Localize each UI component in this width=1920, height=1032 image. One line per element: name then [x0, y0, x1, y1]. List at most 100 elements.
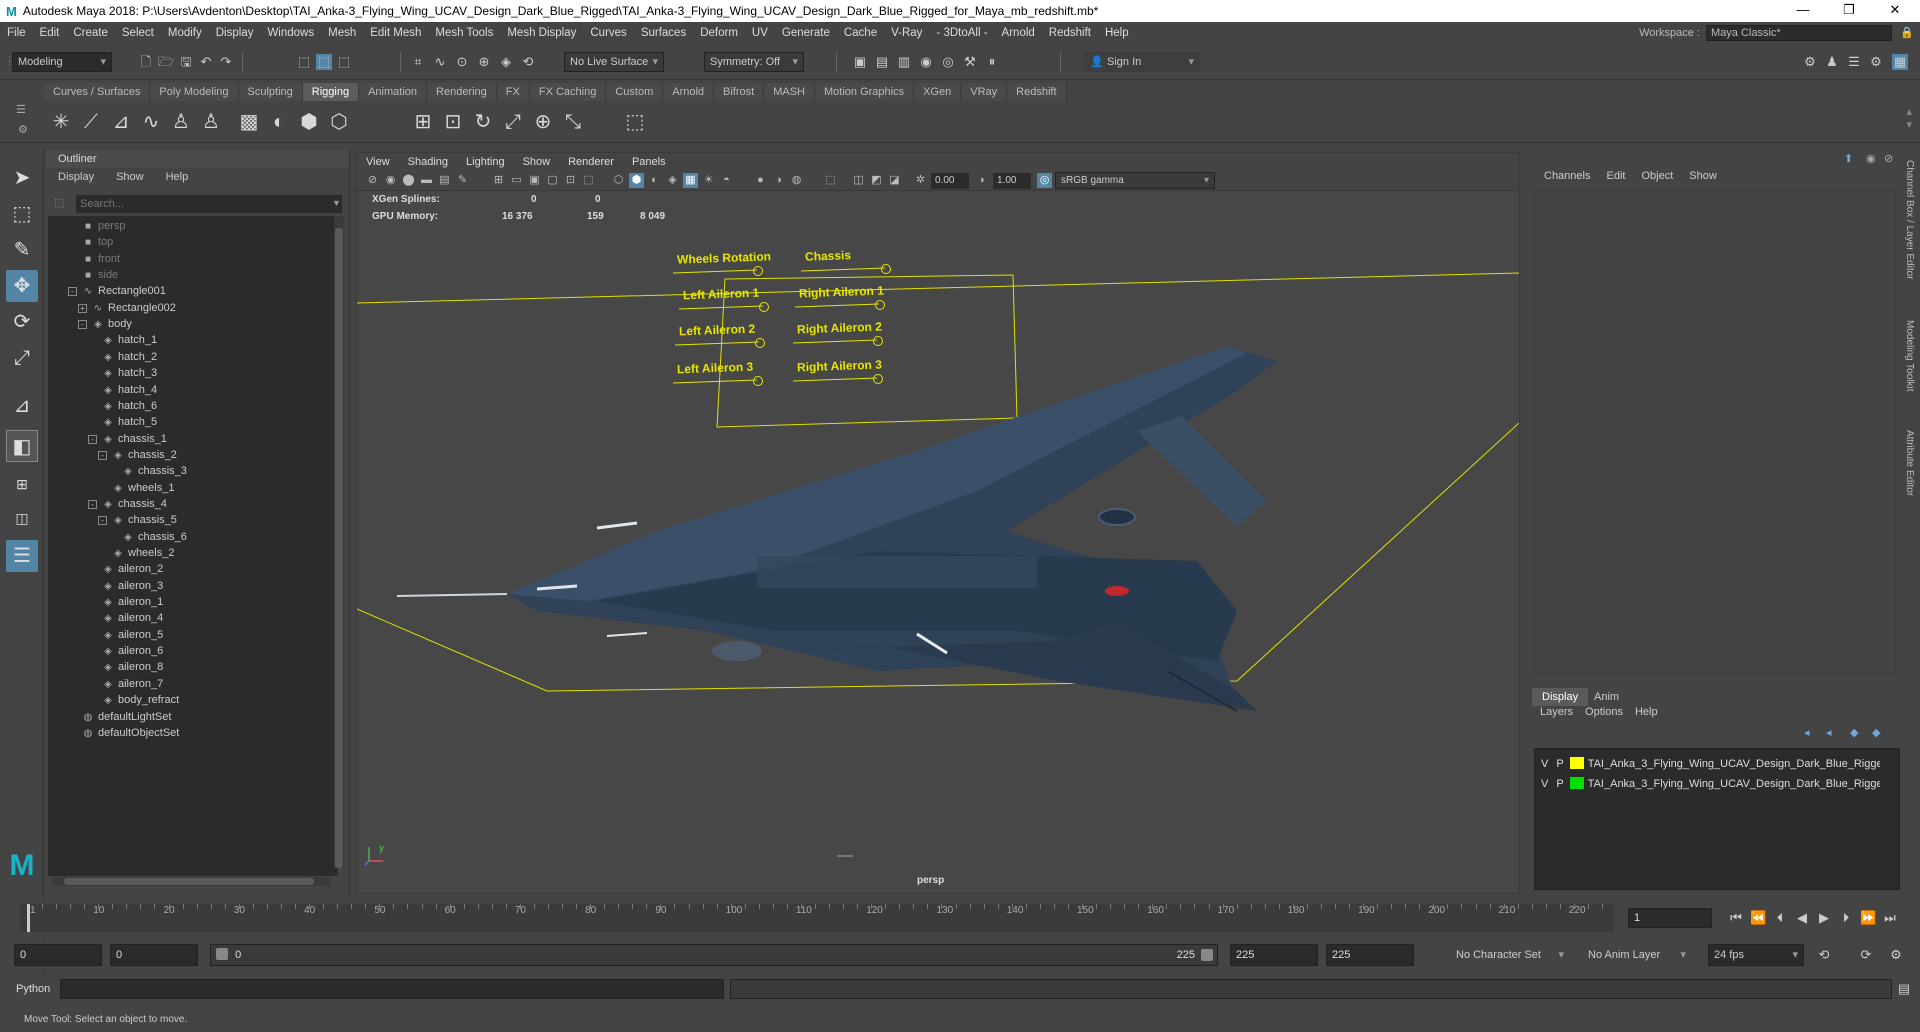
expand-toggle-icon[interactable]: -	[78, 320, 87, 330]
layer-visibility-toggle[interactable]: V	[1541, 778, 1548, 790]
snap-grid-icon[interactable]: ⌗	[410, 54, 426, 70]
shelf-tab-motion-graphics[interactable]: Motion Graphics	[815, 83, 915, 101]
color-space-dropdown[interactable]: sRGB gamma	[1055, 172, 1215, 189]
four-view-icon[interactable]: ⊞	[6, 468, 38, 500]
paint-select-icon[interactable]: ✎	[6, 234, 38, 266]
scene-start-field[interactable]: 0	[14, 944, 102, 966]
layer-playback-toggle[interactable]: P	[1556, 778, 1563, 790]
select-tool-icon[interactable]: ➤	[6, 162, 38, 194]
wireframe-on-shaded-icon[interactable]: ◐	[647, 173, 662, 188]
expand-toggle-icon[interactable]: -	[98, 516, 107, 526]
layer-move-up-icon[interactable]: ◂	[1804, 726, 1810, 739]
go-to-end-icon[interactable]: ⏭	[1882, 910, 1898, 926]
bind-skin-icon[interactable]: ▩	[236, 109, 262, 135]
outliner-menu-show[interactable]: Show	[104, 168, 154, 186]
outliner-filter-icon[interactable]: ⬚	[54, 196, 64, 209]
shelf-tab-fx[interactable]: FX	[496, 83, 530, 101]
ipr-render-icon[interactable]: ▤	[874, 54, 890, 70]
attribute-editor-icon[interactable]: ☰	[1846, 54, 1862, 70]
redo-icon[interactable]: ↷	[218, 54, 234, 70]
xray-components-icon[interactable]: ◪	[887, 173, 902, 188]
menu-generate[interactable]: Generate	[775, 27, 837, 39]
layer-visibility-toggle[interactable]: V	[1541, 758, 1548, 770]
menu-edit[interactable]: Edit	[33, 27, 67, 39]
channel-box-close-icon[interactable]: ⊘	[1884, 152, 1893, 165]
menu-surfaces[interactable]: Surfaces	[634, 27, 693, 39]
viewport-menu-view[interactable]: View	[357, 156, 399, 168]
control-slider-knob[interactable]	[873, 374, 883, 384]
layer-menu-help[interactable]: Help	[1635, 706, 1670, 718]
ik-spline-icon[interactable]: ∿	[138, 109, 164, 135]
shelf-tab-animation[interactable]: Animation	[359, 83, 428, 101]
persp-outliner-icon[interactable]: ◫	[6, 502, 38, 534]
grid-toggle-icon[interactable]: ⊞	[491, 173, 506, 188]
bookmark-icon[interactable]: ⬤	[401, 173, 416, 188]
shelf-tab-curves-surfaces[interactable]: Curves / Surfaces	[44, 83, 151, 101]
gamma-field[interactable]: 1.00	[993, 173, 1031, 189]
range-bar[interactable]: 0 225	[210, 944, 1218, 966]
humanik-icon[interactable]: ♙	[198, 109, 224, 135]
scale-tool-icon[interactable]: ⤢	[6, 342, 38, 374]
pole-vector-icon[interactable]: ⤡	[560, 109, 586, 135]
layer-playback-toggle[interactable]: P	[1556, 758, 1563, 770]
step-forward-frame-icon[interactable]: ⏵	[1838, 910, 1854, 926]
outliner-menu-display[interactable]: Display	[46, 168, 104, 186]
bounding-box-icon[interactable]: ⬚	[622, 109, 648, 135]
menu-file[interactable]: File	[0, 27, 33, 39]
outliner-menu-help[interactable]: Help	[154, 168, 199, 186]
shadows-icon[interactable]: ☀	[701, 173, 716, 188]
open-scene-icon[interactable]: 🗁	[158, 54, 174, 70]
grease-pencil-icon[interactable]: ✎	[455, 173, 470, 188]
select-hierarchy-icon[interactable]: ⬚	[296, 54, 312, 70]
live-surface-field[interactable]: No Live Surface	[564, 52, 664, 72]
lock-icon[interactable]: 🔒	[1900, 26, 1914, 39]
menu-mesh[interactable]: Mesh	[321, 27, 363, 39]
workspace-dropdown[interactable]: Maya Classic*	[1706, 25, 1892, 41]
gamma-icon[interactable]: ◗	[975, 173, 990, 188]
new-layer-icon[interactable]: ◆	[1850, 726, 1858, 739]
last-tool-icon[interactable]: ⊿	[6, 390, 38, 422]
control-slider-knob[interactable]	[873, 336, 883, 346]
play-backward-icon[interactable]: ◀	[1794, 910, 1810, 926]
viewport-menu-panels[interactable]: Panels	[623, 156, 675, 168]
shelf-menu-icon[interactable]: ☰	[16, 103, 26, 116]
menu-windows[interactable]: Windows	[260, 27, 321, 39]
camera-select-icon[interactable]: ⊘	[365, 173, 380, 188]
channel-box-icon[interactable]: ▦	[1892, 54, 1908, 70]
time-slider[interactable]: 1 10 20 30 40 50 60 70 80 90 100 110 120 130 140 150 160…	[0, 900, 1920, 936]
menu-help[interactable]: Help	[1098, 27, 1136, 39]
script-language-label[interactable]: Python	[16, 983, 50, 995]
menu-arnold[interactable]: Arnold	[995, 27, 1042, 39]
channel-box-menu-object[interactable]: Object	[1633, 170, 1681, 182]
multisample-aa-icon[interactable]: ◑	[771, 173, 786, 188]
outliner-layout-icon[interactable]: ☰	[6, 540, 38, 572]
smooth-bind-icon[interactable]: ◐	[266, 109, 292, 135]
shelf-tab-mash[interactable]: MASH	[764, 83, 815, 101]
shelf-tab-bifrost[interactable]: Bifrost	[714, 83, 765, 101]
outliner-search-input[interactable]: Search...	[76, 195, 342, 213]
rotate-tool-icon[interactable]: ⟳	[6, 306, 38, 338]
current-frame-field[interactable]: 1	[1628, 908, 1712, 928]
channel-list[interactable]	[1534, 190, 1896, 674]
menu-v-ray[interactable]: V-Ray	[884, 27, 929, 39]
motion-blur-icon[interactable]: ●	[753, 173, 768, 188]
step-back-frame-icon[interactable]: ⏴	[1772, 910, 1788, 926]
render-view-icon[interactable]: ◎	[940, 54, 956, 70]
expand-toggle-icon[interactable]: -	[68, 287, 77, 297]
image-plane-icon[interactable]: ▬	[419, 173, 434, 188]
outliner-vertical-scrollbar[interactable]	[334, 216, 344, 868]
menu-mesh-display[interactable]: Mesh Display	[500, 27, 583, 39]
undo-icon[interactable]: ↶	[198, 54, 214, 70]
textured-icon[interactable]: ◈	[665, 173, 680, 188]
render-settings-icon[interactable]: ▥	[896, 54, 912, 70]
shelf-tab-custom[interactable]: Custom	[606, 83, 664, 101]
menu-edit-mesh[interactable]: Edit Mesh	[363, 27, 428, 39]
select-object-icon[interactable]: ⬚	[316, 54, 332, 70]
film-gate-icon[interactable]: ▭	[509, 173, 524, 188]
go-to-start-icon[interactable]: ⏮	[1728, 910, 1744, 926]
menu-curves[interactable]: Curves	[583, 27, 633, 39]
snap-point-icon[interactable]: ⊙	[454, 54, 470, 70]
new-scene-icon[interactable]: 🗋	[138, 54, 154, 70]
viewport-menu-shading[interactable]: Shading	[399, 156, 457, 168]
xray-joints-icon[interactable]: ◩	[869, 173, 884, 188]
